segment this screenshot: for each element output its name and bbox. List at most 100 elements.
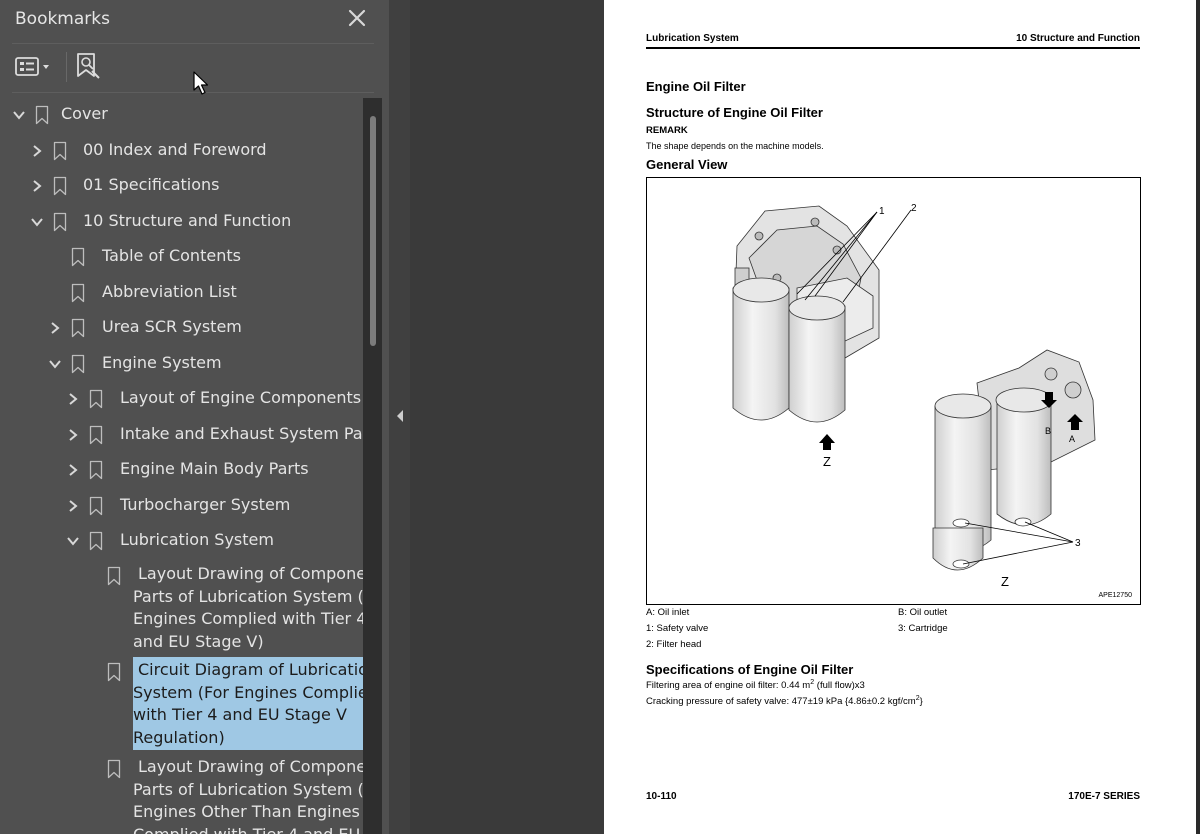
document-scrollbar[interactable] — [1196, 0, 1200, 834]
oil-filter-drawing: 1 2 3 Z Z A B — [732, 203, 1096, 589]
bookmark-label: Urea SCR System — [102, 317, 242, 336]
legend-b: B: Oil outlet — [898, 607, 948, 618]
bookmark-item[interactable]: 01 Specifications — [0, 169, 363, 204]
bookmark-label-line: Circuit Diagram of Lubrication — [138, 660, 363, 679]
legend-a: A: Oil inlet — [646, 607, 690, 618]
bookmark-item[interactable]: Engine System — [0, 347, 363, 382]
model-series: 170E-7 SERIES — [1068, 791, 1140, 802]
bookmark-label: Engine Main Body Parts — [120, 459, 309, 478]
chevron-right-icon[interactable] — [66, 499, 80, 513]
spec-cracking-pressure-text: Cracking pressure of safety valve: 477±1… — [646, 696, 916, 708]
bookmarks-header: Bookmarks — [0, 0, 389, 40]
bookmark-icon — [71, 318, 85, 338]
bookmark-search-icon[interactable] — [74, 51, 102, 81]
bookmark-label-line: with Tier 4 and EU Stage V — [133, 705, 347, 725]
bookmark-item[interactable]: Cover — [0, 98, 363, 133]
bookmark-label-line: Layout Drawing of Component — [138, 564, 363, 583]
header-rule — [646, 47, 1140, 49]
bookmark-label: 01 Specifications — [83, 175, 220, 194]
bookmark-label: 10 Structure and Function — [83, 210, 292, 230]
page-number: 10-110 — [646, 791, 677, 802]
bookmark-item-selected[interactable]: Circuit Diagram of Lubrication System (Fo… — [0, 657, 363, 752]
bookmark-item[interactable]: Abbreviation List — [0, 276, 363, 311]
list-options-icon[interactable] — [14, 54, 56, 80]
bookmark-label: Lubrication System — [120, 530, 274, 549]
remark-text: The shape depends on the machine models. — [646, 141, 824, 151]
close-icon[interactable] — [345, 6, 369, 30]
bookmark-icon — [107, 759, 121, 779]
bookmark-icon — [89, 460, 103, 480]
bookmark-label-line: Engines Complied with Tier 4 — [133, 609, 363, 629]
bookmark-label-line: System (For Engines Complied — [133, 682, 363, 702]
bookmark-label: Engine System — [102, 352, 222, 372]
bookmark-label-line: Regulation) — [133, 728, 225, 748]
bookmarks-panel: Bookmarks Cover 00 Index and Foreword 01… — [0, 0, 389, 834]
bookmark-item[interactable]: Table of Contents — [0, 240, 363, 275]
view-arrow-left — [819, 434, 835, 450]
legend-2: 2: Filter head — [646, 639, 702, 650]
spec-filtering-area-tail: (full flow)x3 — [814, 680, 865, 692]
bookmark-icon — [107, 662, 121, 682]
bookmark-item[interactable]: Turbocharger System — [0, 489, 363, 524]
spec-filtering-area-text: Filtering area of engine oil filter: 0.4… — [646, 680, 811, 692]
structure-heading: Structure of Engine Oil Filter — [646, 105, 823, 120]
page-title: Engine Oil Filter — [646, 79, 746, 94]
bookmarks-scroll-thumb[interactable] — [370, 116, 376, 346]
document-page: Lubrication System 10 Structure and Func… — [604, 0, 1196, 834]
chevron-down-icon[interactable] — [12, 108, 26, 122]
bookmark-item[interactable]: 10 Structure and Function — [0, 205, 363, 240]
bookmark-label-line: and EU Stage V) — [133, 632, 264, 652]
bookmark-icon — [53, 141, 67, 161]
spec-cracking-pressure-tail: } — [919, 696, 923, 708]
chevron-right-icon[interactable] — [66, 392, 80, 406]
bookmark-label-line: Complied with Tier 4 and EU — [133, 824, 363, 834]
toolbar-divider — [66, 52, 67, 82]
chevron-down-icon[interactable] — [66, 534, 80, 548]
bookmark-icon — [89, 389, 103, 409]
collapse-panel-icon[interactable] — [395, 409, 405, 423]
bookmark-icon — [107, 566, 121, 586]
bookmark-item[interactable]: Layout Drawing of Component Parts of Lubr… — [0, 754, 363, 834]
bookmark-label-multiline: Circuit Diagram of Lubrication System (Fo… — [133, 657, 363, 750]
chevron-right-icon[interactable] — [48, 321, 62, 335]
callout-1: 1 — [879, 206, 885, 217]
bookmark-label-line: Layout Drawing of Component — [138, 757, 363, 776]
bookmark-item[interactable]: Engine Main Body Parts — [0, 453, 363, 488]
bookmark-item[interactable]: Layout of Engine Components — [0, 382, 363, 417]
remark-label: REMARK — [646, 125, 688, 136]
chevron-down-icon[interactable] — [48, 357, 62, 371]
bookmark-icon — [35, 105, 49, 125]
bookmark-icon — [89, 425, 103, 445]
spec-cracking-pressure: Cracking pressure of safety valve: 477±1… — [646, 695, 923, 707]
bookmark-item[interactable]: 00 Index and Foreword — [0, 134, 363, 169]
port-label-a: A — [1069, 434, 1075, 444]
bookmark-item[interactable]: Layout Drawing of Component Parts of Lubr… — [0, 561, 363, 656]
chevron-down-icon[interactable] — [30, 215, 44, 229]
bookmark-tree: Cover 00 Index and Foreword 01 Specificati… — [0, 98, 363, 834]
bookmark-item[interactable]: Intake and Exhaust System Parts — [0, 418, 363, 453]
callout-3: 3 — [1075, 538, 1081, 549]
bookmark-icon — [53, 176, 67, 196]
chevron-right-icon[interactable] — [66, 428, 80, 442]
figure-code: APE12750 — [1098, 592, 1132, 599]
bookmark-icon — [71, 283, 85, 303]
bookmark-item[interactable]: Urea SCR System — [0, 311, 363, 346]
mouse-pointer-icon — [193, 71, 211, 97]
bookmark-label-multiline: Layout Drawing of Component Parts of Lubr… — [133, 754, 363, 834]
general-view-heading: General View — [646, 157, 728, 172]
page-header-chapter: 10 Structure and Function — [1016, 33, 1140, 44]
legend-1: 1: Safety valve — [646, 623, 709, 634]
page-header-section: Lubrication System — [646, 33, 739, 44]
bookmark-label: Table of Contents — [102, 246, 241, 265]
chevron-right-icon[interactable] — [66, 463, 80, 477]
bookmark-label: Turbocharger System — [120, 494, 291, 514]
bookmark-label: Layout of Engine Components — [120, 388, 362, 407]
bookmark-label: 00 Index and Foreword — [83, 139, 267, 159]
bookmark-item[interactable]: Lubrication System — [0, 524, 363, 559]
bookmark-icon — [71, 247, 85, 267]
chevron-right-icon[interactable] — [30, 179, 44, 193]
chevron-right-icon[interactable] — [30, 144, 44, 158]
bookmark-label-line: Engines Other Than Engines — [133, 802, 360, 822]
bookmark-icon — [89, 496, 103, 516]
bookmark-label-multiline: Layout Drawing of Component Parts of Lubr… — [133, 561, 363, 654]
